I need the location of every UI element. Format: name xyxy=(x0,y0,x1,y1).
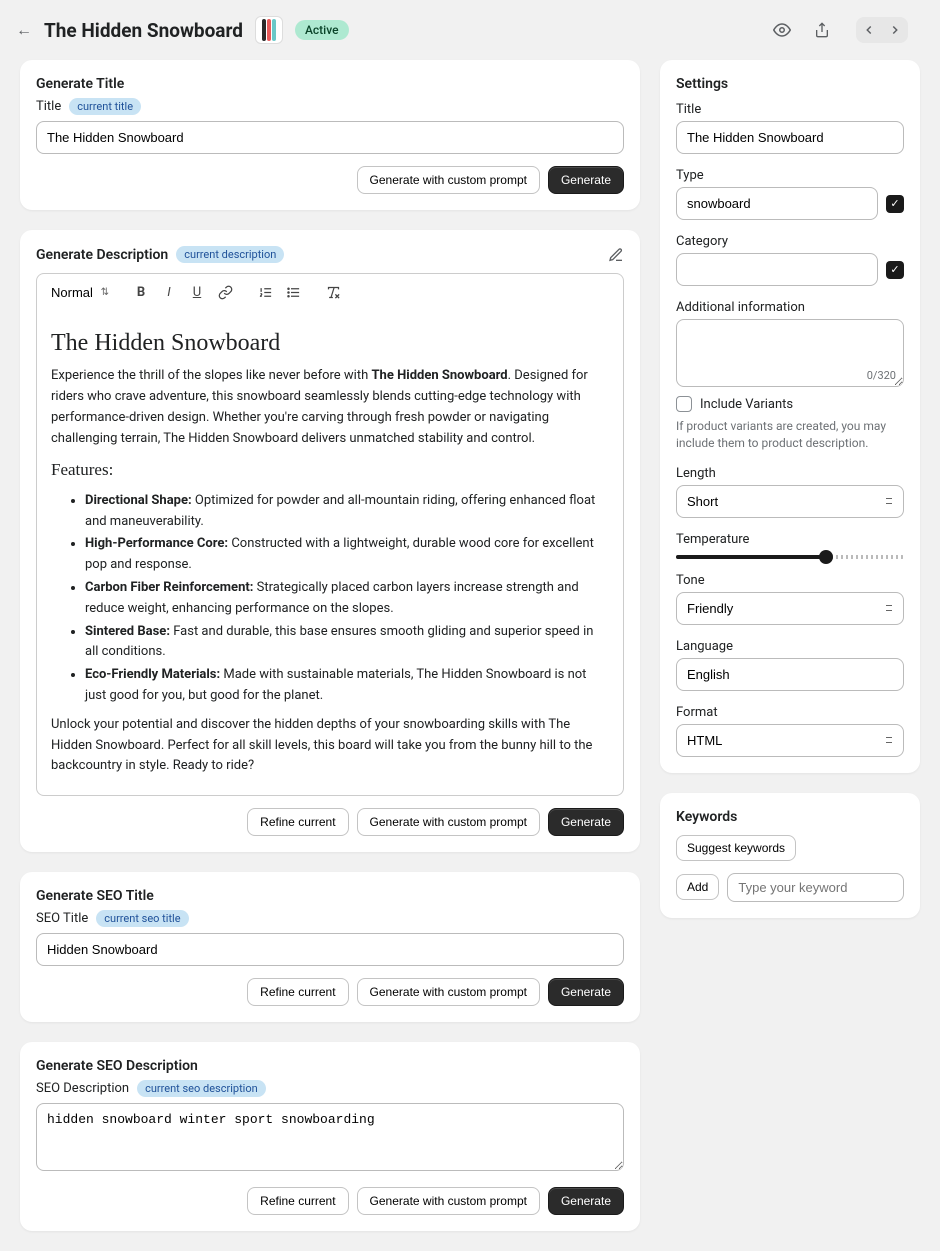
current-seo-description-tag: current seo description xyxy=(137,1080,266,1097)
generate-description-card: Generate Description current description… xyxy=(20,230,640,852)
ordered-list-icon[interactable] xyxy=(253,280,277,304)
category-check-button[interactable]: ✓ xyxy=(886,261,904,279)
page-title: The Hidden Snowboard xyxy=(44,19,243,42)
section-heading: Generate Description xyxy=(36,247,168,263)
settings-length-label: Length xyxy=(676,466,904,481)
add-keyword-button[interactable]: Add xyxy=(676,874,719,900)
settings-temperature-label: Temperature xyxy=(676,532,904,547)
back-arrow-icon[interactable]: ← xyxy=(16,20,32,40)
section-heading: Generate SEO Description xyxy=(36,1058,624,1074)
generate-custom-prompt-button[interactable]: Generate with custom prompt xyxy=(357,808,540,836)
temperature-thumb[interactable] xyxy=(819,550,833,564)
generate-button[interactable]: Generate xyxy=(548,978,624,1006)
generate-button[interactable]: Generate xyxy=(548,166,624,194)
seo-description-textarea[interactable]: hidden snowboard winter sport snowboardi… xyxy=(36,1103,624,1171)
keyword-input[interactable] xyxy=(727,873,904,902)
nav-prev-button[interactable] xyxy=(856,17,882,43)
description-editor[interactable]: The Hidden Snowboard Experience the thri… xyxy=(36,310,624,796)
editor-features-list: Directional Shape: Optimized for powder … xyxy=(85,491,609,707)
nav-next-button[interactable] xyxy=(882,17,908,43)
settings-title-label: Title xyxy=(676,102,904,117)
settings-category-label: Category xyxy=(676,234,904,249)
seo-description-label: SEO Description xyxy=(36,1081,129,1096)
keywords-heading: Keywords xyxy=(676,809,904,825)
page-header: ← The Hidden Snowboard Active xyxy=(0,0,940,60)
editor-intro: Experience the thrill of the slopes like… xyxy=(51,366,609,449)
bold-icon[interactable]: B xyxy=(129,280,153,304)
snowboard-icon xyxy=(261,18,277,42)
current-description-tag: current description xyxy=(176,246,284,263)
settings-length-select[interactable]: Short xyxy=(676,485,904,518)
underline-icon[interactable]: U xyxy=(185,280,209,304)
additional-char-count: 0/320 xyxy=(676,369,896,382)
include-variants-checkbox[interactable] xyxy=(676,396,692,412)
unordered-list-icon[interactable] xyxy=(281,280,305,304)
clear-format-icon[interactable] xyxy=(321,280,345,304)
editor-h1: The Hidden Snowboard xyxy=(51,324,609,362)
temperature-fill xyxy=(676,555,826,559)
settings-category-input[interactable] xyxy=(676,253,878,286)
product-thumbnail[interactable] xyxy=(255,16,283,44)
settings-type-input[interactable] xyxy=(676,187,878,220)
settings-language-label: Language xyxy=(676,639,904,654)
settings-format-label: Format xyxy=(676,705,904,720)
title-label: Title xyxy=(36,99,61,114)
generate-button[interactable]: Generate xyxy=(548,808,624,836)
italic-icon[interactable]: I xyxy=(157,280,181,304)
suggest-keywords-button[interactable]: Suggest keywords xyxy=(676,835,796,861)
generate-custom-prompt-button[interactable]: Generate with custom prompt xyxy=(357,1187,540,1215)
type-check-button[interactable]: ✓ xyxy=(886,195,904,213)
generate-custom-prompt-button[interactable]: Generate with custom prompt xyxy=(357,166,540,194)
edit-icon[interactable] xyxy=(608,247,624,263)
list-item: Carbon Fiber Reinforcement: Strategicall… xyxy=(85,578,609,620)
settings-tone-label: Tone xyxy=(676,573,904,588)
section-heading: Generate Title xyxy=(36,76,624,92)
seo-title-label: SEO Title xyxy=(36,911,88,926)
refine-current-button[interactable]: Refine current xyxy=(247,808,348,836)
settings-card: Settings Title Type ✓ Category ✓ Additio… xyxy=(660,60,920,773)
current-seo-title-tag: current seo title xyxy=(96,910,188,927)
settings-heading: Settings xyxy=(676,76,904,92)
list-item: Eco-Friendly Materials: Made with sustai… xyxy=(85,665,609,707)
settings-language-input[interactable] xyxy=(676,658,904,691)
list-item: Directional Shape: Optimized for powder … xyxy=(85,491,609,533)
generate-seo-description-card: Generate SEO Description SEO Description… xyxy=(20,1042,640,1231)
include-variants-help: If product variants are created, you may… xyxy=(676,418,904,452)
settings-format-select[interactable]: HTML xyxy=(676,724,904,757)
refine-current-button[interactable]: Refine current xyxy=(247,1187,348,1215)
section-heading: Generate SEO Title xyxy=(36,888,624,904)
keywords-card: Keywords Suggest keywords Add xyxy=(660,793,920,918)
status-badge: Active xyxy=(295,20,349,40)
include-variants-label: Include Variants xyxy=(700,397,793,412)
nav-prev-next xyxy=(856,17,908,43)
settings-additional-label: Additional information xyxy=(676,300,904,315)
visibility-icon[interactable] xyxy=(772,20,792,40)
settings-tone-select[interactable]: Friendly xyxy=(676,592,904,625)
refine-current-button[interactable]: Refine current xyxy=(247,978,348,1006)
title-input[interactable] xyxy=(36,121,624,154)
share-icon[interactable] xyxy=(812,20,832,40)
list-item: High-Performance Core: Constructed with … xyxy=(85,534,609,576)
generate-title-card: Generate Title Title current title Gener… xyxy=(20,60,640,210)
format-select[interactable]: Normal xyxy=(45,281,113,304)
settings-type-label: Type xyxy=(676,168,904,183)
editor-features-heading: Features: xyxy=(51,456,609,483)
seo-title-input[interactable] xyxy=(36,933,624,966)
temperature-slider[interactable] xyxy=(676,555,904,559)
generate-button[interactable]: Generate xyxy=(548,1187,624,1215)
link-icon[interactable] xyxy=(213,280,237,304)
list-item: Sintered Base: Fast and durable, this ba… xyxy=(85,622,609,664)
settings-title-input[interactable] xyxy=(676,121,904,154)
current-title-tag: current title xyxy=(69,98,141,115)
editor-outro: Unlock your potential and discover the h… xyxy=(51,715,609,777)
generate-custom-prompt-button[interactable]: Generate with custom prompt xyxy=(357,978,540,1006)
editor-toolbar: Normal B I U xyxy=(36,273,624,310)
